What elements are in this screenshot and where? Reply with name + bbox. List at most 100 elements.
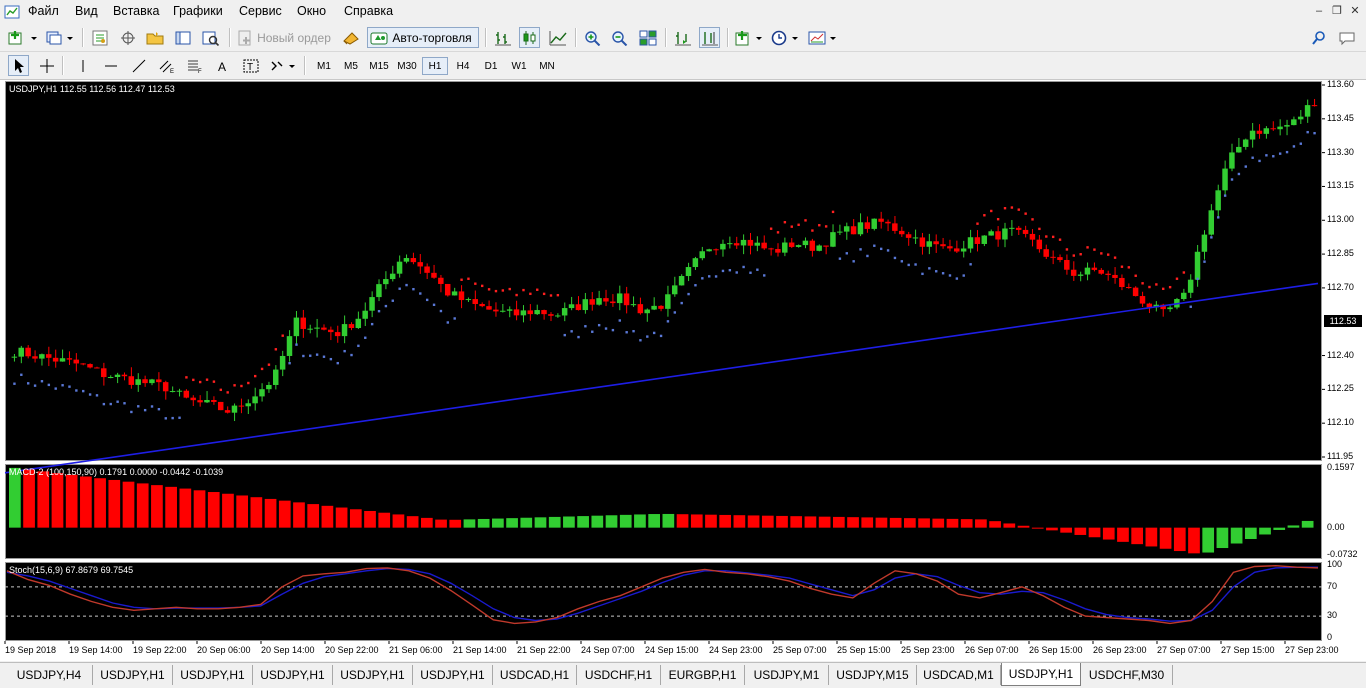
indicators-button[interactable] (734, 27, 766, 48)
chart-tab[interactable]: USDCAD,H1 (493, 665, 577, 685)
arrows-dropdown-button[interactable] (268, 55, 298, 76)
chart-canvas[interactable] (0, 80, 1366, 661)
equidistant-channel-button[interactable]: E (156, 55, 177, 76)
timeframe-mn[interactable]: MN (534, 57, 560, 75)
vertical-line-button[interactable] (72, 55, 93, 76)
chart-tab[interactable]: USDCHF,M30 (1081, 665, 1173, 685)
search-button[interactable] (1308, 27, 1329, 48)
chat-button[interactable] (1336, 27, 1357, 48)
candlestick-icon (523, 30, 535, 45)
macd-bar (662, 513, 675, 528)
zoom-out-button[interactable] (609, 27, 630, 48)
autotrading-button[interactable]: Авто-торговля (367, 27, 479, 48)
chart-window[interactable]: USDJPY,H1 112.55 112.56 112.47 112.53 MA… (0, 79, 1366, 661)
close-icon[interactable]: ✕ (1346, 3, 1364, 20)
data-window-button[interactable] (117, 27, 138, 48)
cursor-arrow-icon (14, 58, 24, 73)
chart-window-icon[interactable] (4, 4, 20, 20)
menu-window[interactable]: Окно (297, 4, 326, 18)
text-tool-button[interactable]: A (212, 55, 233, 76)
candle-body (369, 297, 375, 311)
trend-dot (1024, 212, 1027, 215)
menu-help[interactable]: Справка (344, 4, 393, 18)
timeframe-h4[interactable]: H4 (450, 57, 476, 75)
restore-icon[interactable]: ❐ (1328, 3, 1346, 20)
candle-body (273, 369, 279, 385)
timeframe-m30[interactable]: M30 (394, 57, 420, 75)
trend-dot (639, 339, 642, 342)
trend-dot (632, 329, 635, 333)
trend-dot (604, 327, 608, 330)
horizontal-line-button[interactable] (100, 55, 121, 76)
timeframe-h1[interactable]: H1 (422, 57, 448, 75)
new-chart-button[interactable] (6, 27, 40, 48)
timeframe-m1[interactable]: M1 (311, 57, 337, 75)
price-tick-label: 112.70 (1327, 281, 1354, 292)
timeframe-m5[interactable]: M5 (338, 57, 364, 75)
chart-tab[interactable]: USDJPY,H4 (6, 665, 93, 685)
templates-button[interactable] (807, 27, 839, 48)
trend-dot (247, 381, 250, 385)
candle-body (740, 239, 747, 246)
trend-dot (646, 335, 649, 338)
chart-tab[interactable]: USDJPY,H1 (1001, 663, 1081, 686)
strategy-tester-button[interactable] (200, 27, 221, 48)
candle-body (204, 400, 210, 403)
candle-body (1256, 130, 1263, 134)
chart-tab[interactable]: EURGBP,H1 (661, 665, 745, 685)
candle-body (341, 324, 348, 337)
menu-file[interactable]: Файл (28, 4, 59, 18)
minimize-icon[interactable]: – (1310, 3, 1328, 20)
svg-text:E: E (170, 69, 174, 74)
chart-tab[interactable]: USDJPY,M1 (745, 665, 829, 685)
timeframe-w1[interactable]: W1 (506, 57, 532, 75)
periods-button[interactable] (770, 27, 802, 48)
macd-bar (307, 504, 320, 528)
chart-tab[interactable]: USDJPY,H1 (173, 665, 253, 685)
trend-dot (432, 303, 436, 307)
candle-body (596, 298, 602, 305)
new-order-button[interactable]: Новый ордер (236, 27, 336, 48)
candle-body (1297, 116, 1304, 120)
chart-tab[interactable]: USDJPY,H1 (253, 665, 333, 685)
bar-chart-button[interactable] (492, 27, 513, 48)
menu-tools[interactable]: Сервис (239, 4, 282, 18)
line-chart-button[interactable] (547, 27, 568, 48)
metaeditor-button[interactable] (340, 27, 361, 48)
cursor-tool-button[interactable] (8, 55, 29, 76)
macd-bar (1031, 527, 1044, 529)
timeframe-m15[interactable]: M15 (366, 57, 392, 75)
trend-dot (900, 260, 904, 263)
trend-dot (515, 293, 518, 297)
trend-dot (1306, 130, 1309, 134)
chart-tab[interactable]: USDJPY,H1 (413, 665, 493, 685)
chart-tab[interactable]: USDCAD,M1 (917, 665, 1001, 685)
crosshair-tool-button[interactable] (36, 55, 57, 76)
chart-shift-button[interactable] (672, 27, 693, 48)
menu-view[interactable]: Вид (75, 4, 98, 18)
profiles-button[interactable] (44, 27, 76, 48)
macd-bar (65, 474, 78, 528)
autoscroll-button[interactable] (699, 27, 720, 48)
chart-tab[interactable]: USDCHF,H1 (577, 665, 661, 685)
menu-insert[interactable]: Вставка (113, 4, 159, 18)
candle-body (1009, 227, 1015, 229)
market-watch-button[interactable] (89, 27, 110, 48)
menu-charts[interactable]: Графики (173, 4, 223, 18)
zoom-in-button[interactable] (582, 27, 603, 48)
navigator-button[interactable] (144, 27, 165, 48)
chart-tab[interactable]: USDJPY,M15 (829, 665, 917, 685)
timeframe-d1[interactable]: D1 (478, 57, 504, 75)
macd-bar (733, 515, 746, 528)
terminal-button[interactable] (172, 27, 193, 48)
tile-windows-button[interactable] (637, 27, 658, 48)
price-tick-label: 112.40 (1327, 349, 1354, 360)
trend-dot (1278, 152, 1282, 155)
trend-dot (818, 224, 821, 227)
trendline-button[interactable] (128, 55, 149, 76)
text-label-button[interactable]: T (240, 55, 261, 76)
fibonacci-button[interactable]: F (184, 55, 205, 76)
candlestick-chart-button[interactable] (519, 27, 540, 48)
chart-tab[interactable]: USDJPY,H1 (93, 665, 173, 685)
chart-tab[interactable]: USDJPY,H1 (333, 665, 413, 685)
